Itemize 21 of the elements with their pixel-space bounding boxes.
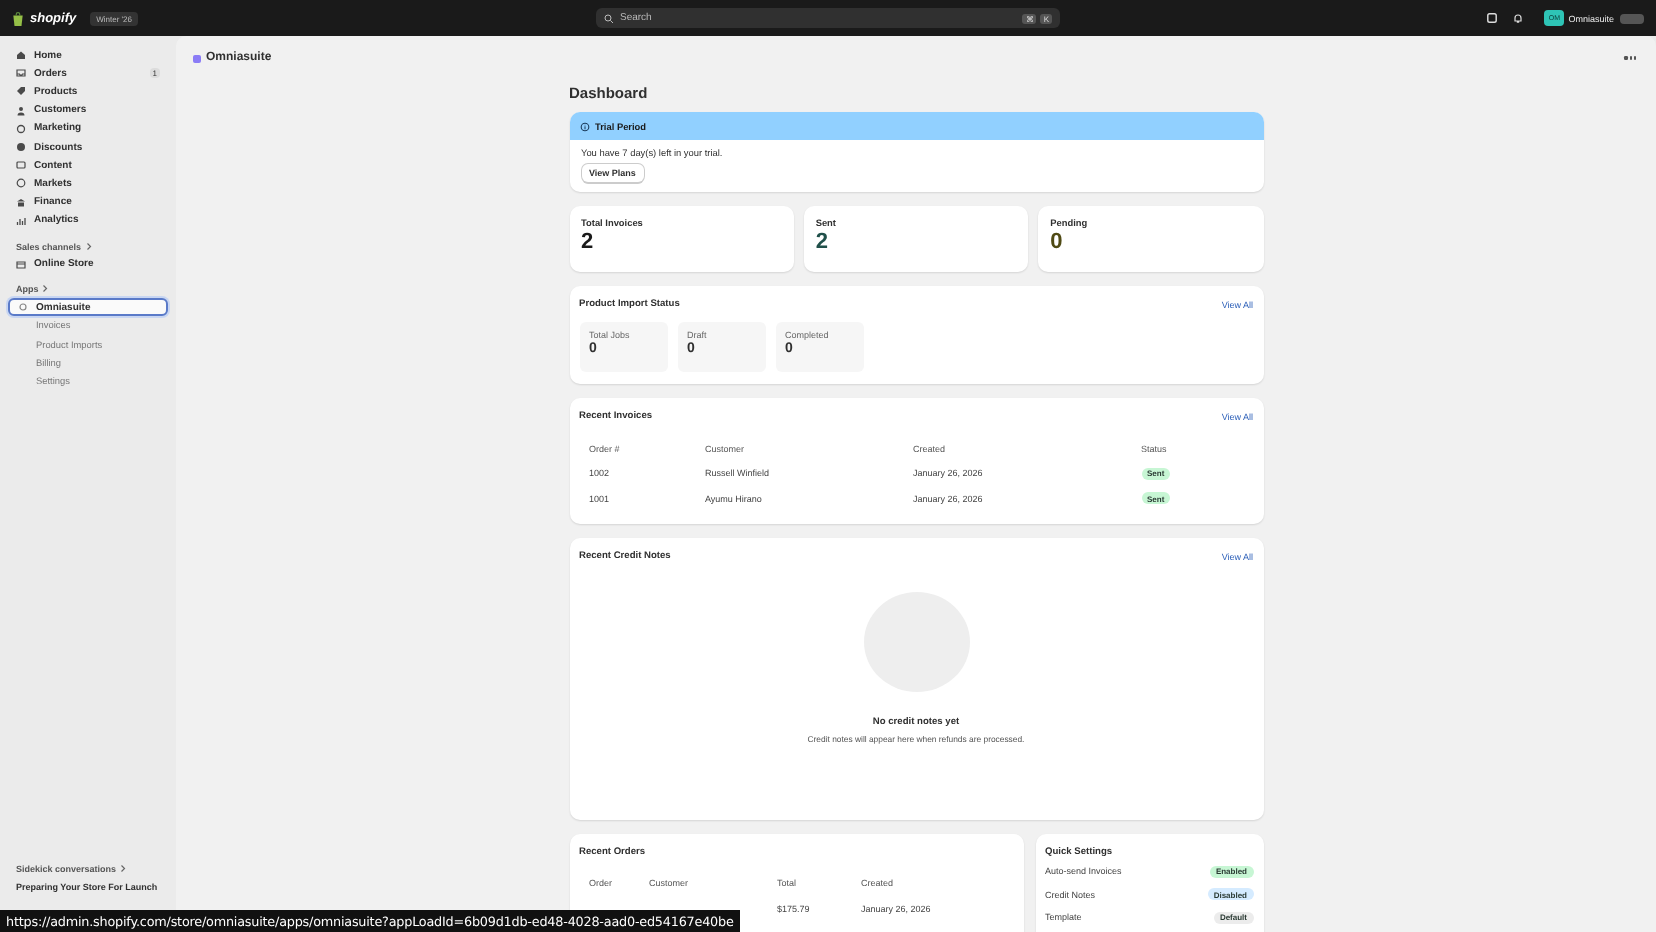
stat-value: 2 — [815, 230, 830, 254]
shopping-bag-icon — [12, 11, 24, 25]
app-logo-icon — [192, 53, 202, 63]
stat-value: 2 — [581, 230, 596, 254]
info-icon — [579, 121, 589, 131]
bell-icon[interactable] — [1512, 12, 1525, 24]
chevron-icon[interactable] — [85, 242, 92, 252]
storefront-icon — [16, 259, 26, 270]
home-icon — [16, 50, 26, 61]
person-icon — [16, 105, 26, 116]
search-icon — [604, 13, 614, 23]
bank-icon — [16, 197, 26, 208]
app-icon — [18, 302, 28, 313]
chevron-icon[interactable] — [42, 284, 49, 294]
box-icon[interactable] — [1486, 12, 1499, 24]
store-pill — [1620, 13, 1644, 23]
stat-value: 0 — [1050, 230, 1065, 254]
tag-icon — [16, 86, 26, 97]
chart-icon — [16, 215, 26, 226]
inbox-icon — [16, 68, 26, 79]
chevron-icon[interactable] — [120, 864, 127, 874]
